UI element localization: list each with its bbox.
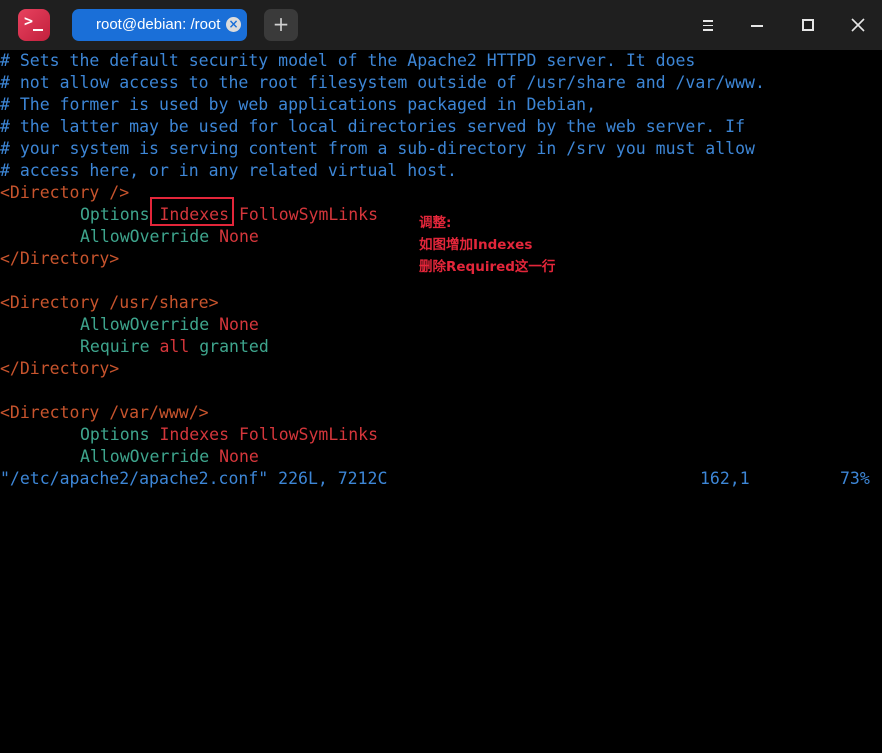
require-line: Require all granted <box>80 336 269 358</box>
allowoverride-line: AllowOverride None <box>80 226 259 248</box>
directive-key: AllowOverride <box>80 315 210 334</box>
directive-value: Indexes FollowSymLinks <box>159 425 379 444</box>
directive-value: all <box>159 337 190 356</box>
directive-key: Options <box>80 425 150 444</box>
maximize-button[interactable] <box>792 9 824 41</box>
terminal-area[interactable]: # Sets the default security model of the… <box>0 50 882 512</box>
directory-open-tag: <Directory /> <box>0 183 130 202</box>
minimize-icon <box>751 25 763 27</box>
menu-icon-line <box>703 20 713 22</box>
directive-key: AllowOverride <box>80 447 210 466</box>
directory-close-tag: </Directory> <box>0 249 120 268</box>
terminal-cursor-bar <box>33 29 43 31</box>
allowoverride-line: AllowOverride None <box>80 446 259 468</box>
menu-button[interactable] <box>692 9 724 41</box>
indexes-highlight-box <box>150 197 234 226</box>
annotation-step-delete: 删除Required这一行 <box>419 259 556 275</box>
maximize-icon <box>802 19 814 31</box>
status-file-info: "/etc/apache2/apache2.conf" 226L, 7212C <box>0 469 388 488</box>
directory-open-tag: <Directory /usr/share> <box>0 293 219 312</box>
menu-icon-line <box>703 24 713 26</box>
directive-key: AllowOverride <box>80 227 210 246</box>
allowoverride-line: AllowOverride None <box>80 314 259 336</box>
menu-icon-line <box>703 29 713 31</box>
directive-value: None <box>219 447 259 466</box>
status-scroll-percent: 73% <box>840 469 870 488</box>
new-tab-button[interactable]: + <box>264 9 298 41</box>
comment-line: # Sets the default security model of the… <box>0 51 696 70</box>
close-icon <box>851 18 865 32</box>
directive-key: Options <box>80 205 150 224</box>
minimize-button[interactable] <box>742 9 774 41</box>
comment-line: # The former is used by web applications… <box>0 95 597 114</box>
tab-label: root@debian: /root <box>96 16 221 33</box>
close-tab-icon[interactable]: × <box>226 17 241 32</box>
title-bar: > root@debian: /root × + <box>0 0 882 50</box>
directory-open-tag: <Directory /var/www/> <box>0 403 209 422</box>
directive-value: granted <box>199 337 269 356</box>
terminal-prompt-glyph: > <box>24 12 34 30</box>
directive-value: None <box>219 227 259 246</box>
annotation-step-add: 如图增加Indexes <box>419 237 533 253</box>
directory-close-tag: </Directory> <box>0 359 120 378</box>
directive-value: FollowSymLinks <box>238 205 379 224</box>
options-line: Options Indexes FollowSymLinks <box>80 424 378 446</box>
directive-key: Require <box>80 337 150 356</box>
comment-line: # the latter may be used for local direc… <box>0 117 746 136</box>
annotation-title: 调整: <box>419 215 452 231</box>
comment-line: # access here, or in any related virtual… <box>0 161 457 180</box>
comment-line: # not allow access to the root filesyste… <box>0 73 765 92</box>
status-cursor-position: 162,1 <box>700 469 750 488</box>
tab-root-debian[interactable]: root@debian: /root × <box>72 9 247 41</box>
close-window-button[interactable] <box>842 9 874 41</box>
terminal-app-icon[interactable]: > <box>18 9 50 41</box>
directive-value: None <box>219 315 259 334</box>
comment-line: # your system is serving content from a … <box>0 139 755 158</box>
